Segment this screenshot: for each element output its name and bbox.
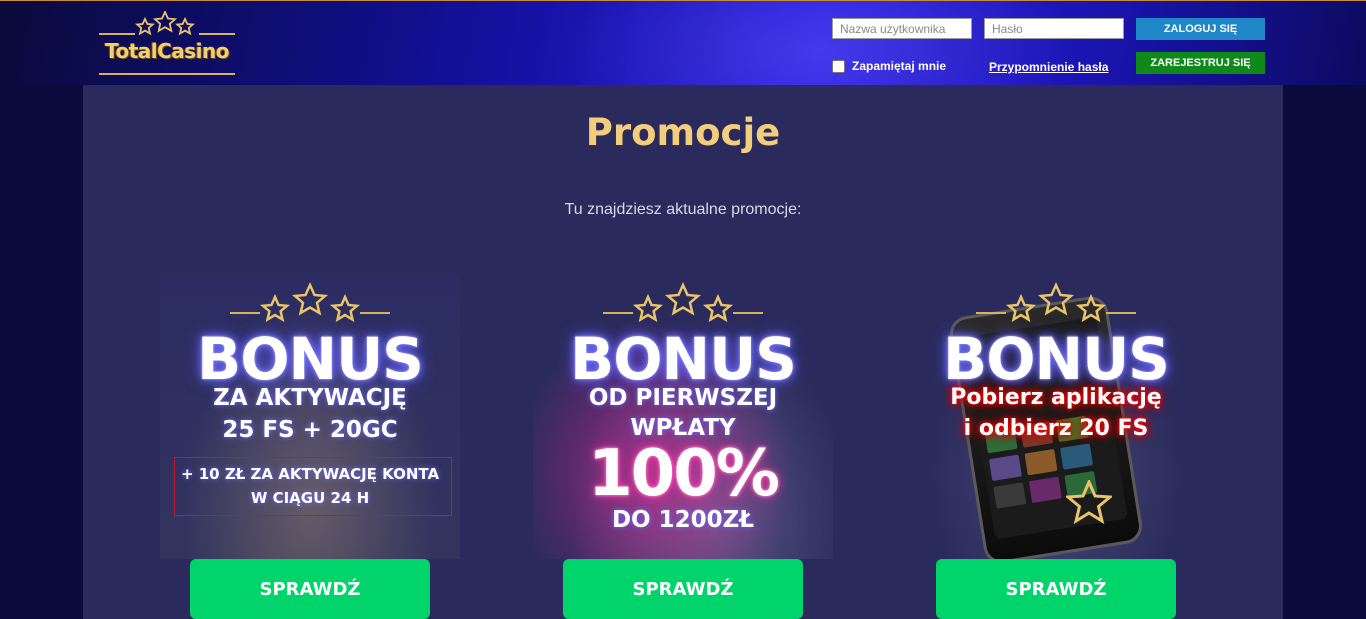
- star-icon: [976, 281, 1136, 323]
- check-button-activation[interactable]: SPRAWDŹ: [190, 559, 430, 619]
- promo-line-4: DO 1200ZŁ: [611, 507, 755, 533]
- promotions-panel: Promocje Tu znajdziesz aktualne promocje…: [83, 85, 1283, 619]
- promo-card-first-deposit[interactable]: BONUS OD PIERWSZEJ WPŁATY 100% DO 1200ZŁ: [533, 275, 833, 559]
- page-subtitle: Tu znajdziesz aktualne promocje:: [564, 201, 802, 218]
- game-tile: [1028, 476, 1062, 504]
- star-icon: [603, 281, 763, 323]
- promo-card-activation[interactable]: BONUS ZA AKTYWACJĘ 25 FS + 20GC + 10 ZŁ …: [160, 275, 460, 559]
- promo-heading: BONUS: [197, 325, 424, 393]
- promo-card-app[interactable]: BONUS Pobierz aplikację i odbierz 20 FS: [906, 275, 1206, 566]
- logo-text: TotalCasino: [104, 39, 230, 63]
- promo-line-2: i odbierz 20 FS: [963, 416, 1149, 441]
- login-button[interactable]: ZALOGUJ SIĘ: [1136, 18, 1265, 40]
- promo-heading: BONUS: [570, 325, 797, 393]
- promo-line-2: 25 FS + 20GC: [222, 417, 398, 443]
- game-tile: [1024, 448, 1058, 476]
- check-button-first-deposit[interactable]: SPRAWDŹ: [563, 559, 803, 619]
- logo-line-left: [99, 33, 135, 35]
- promo-line-3: + 10 ZŁ ZA AKTYWACJĘ KONTA: [180, 465, 440, 483]
- promo-heading: BONUS: [943, 325, 1170, 393]
- remember-me-checkbox[interactable]: [832, 59, 845, 73]
- promo-line-1: ZA AKTYWACJĘ: [213, 385, 407, 411]
- forgot-password-link[interactable]: Przypomnienie hasła: [989, 60, 1108, 74]
- promo-percentage: 100%: [588, 437, 780, 511]
- register-button[interactable]: ZAREJESTRUJ SIĘ: [1136, 52, 1265, 74]
- star-icon: [1066, 480, 1112, 524]
- remember-me-label: Zapamiętaj mnie: [852, 59, 947, 73]
- promo-line-1: Pobierz aplikację: [950, 385, 1162, 410]
- star-icon: [230, 281, 390, 323]
- site-logo[interactable]: TotalCasino: [97, 11, 237, 77]
- game-tile: [988, 454, 1022, 482]
- logo-line-right: [199, 33, 235, 35]
- logo-stars-icon: [134, 11, 196, 36]
- page-title: Promocje: [585, 111, 781, 154]
- game-tile: [1059, 443, 1094, 470]
- promo-line-1: OD PIERWSZEJ: [588, 385, 778, 411]
- remember-me[interactable]: Zapamiętaj mnie: [832, 59, 946, 73]
- check-button-app[interactable]: SPRAWDŹ: [936, 559, 1176, 619]
- username-input[interactable]: [832, 18, 972, 39]
- site-header: TotalCasino ZALOGUJ SIĘ Zapamiętaj mnie …: [0, 0, 1366, 85]
- password-input[interactable]: [984, 18, 1124, 39]
- game-tile: [993, 482, 1027, 509]
- logo-underline: [99, 73, 235, 75]
- promo-line-4: W CIĄGU 24 H: [250, 489, 370, 507]
